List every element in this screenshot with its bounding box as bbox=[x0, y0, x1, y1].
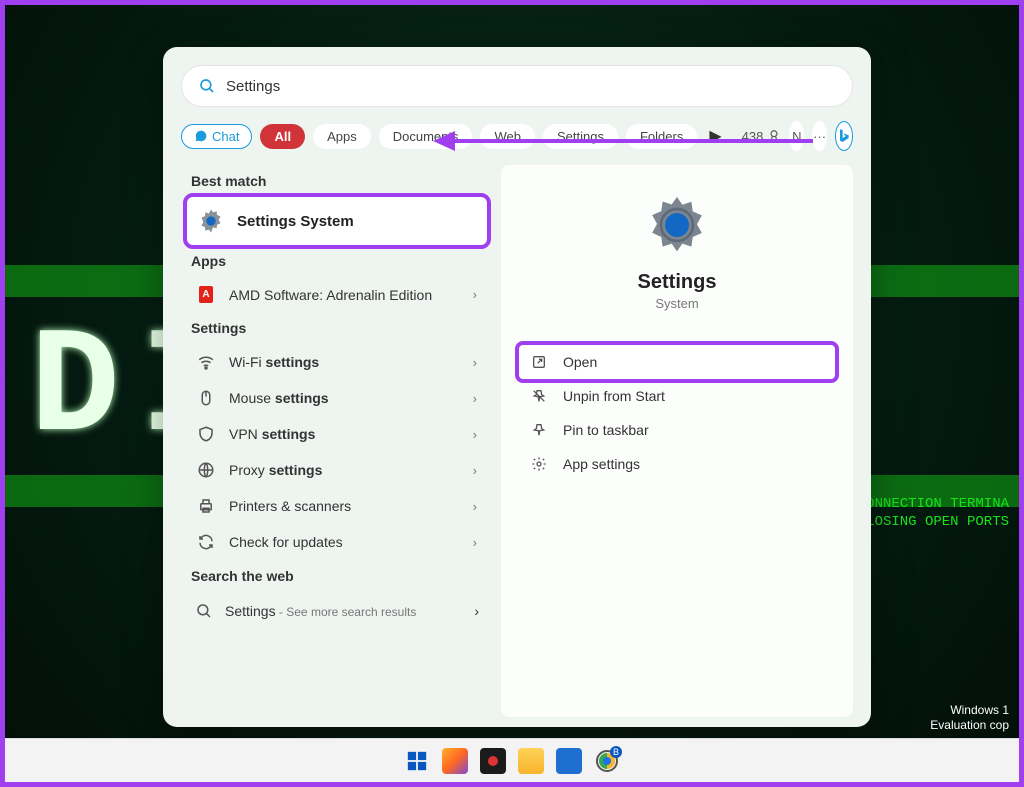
chevron-right-icon: › bbox=[474, 603, 479, 619]
filter-all[interactable]: All bbox=[260, 124, 305, 149]
results-column: Best match Settings System Apps A AMD So… bbox=[181, 165, 487, 717]
search-icon bbox=[198, 77, 216, 95]
gear-icon bbox=[645, 193, 709, 257]
filter-chat[interactable]: Chat bbox=[181, 124, 252, 149]
gear-icon bbox=[197, 207, 225, 235]
preview-title: Settings bbox=[638, 271, 717, 294]
search-bar[interactable] bbox=[181, 65, 853, 107]
watermark: Windows 1Evaluation cop bbox=[930, 703, 1009, 734]
setting-updates[interactable]: Check for updates › bbox=[187, 524, 487, 560]
action-open[interactable]: Open bbox=[519, 345, 835, 379]
file-explorer-icon[interactable] bbox=[518, 748, 544, 774]
chevron-right-icon: › bbox=[473, 499, 477, 514]
app-amd[interactable]: A AMD Software: Adrenalin Edition › bbox=[187, 277, 487, 312]
search-input[interactable] bbox=[226, 78, 836, 95]
setting-wifi[interactable]: Wi-Fi settings › bbox=[187, 344, 487, 380]
setting-mouse[interactable]: Mouse settings › bbox=[187, 380, 487, 416]
chevron-right-icon: › bbox=[473, 355, 477, 370]
preview-subtitle: System bbox=[655, 296, 698, 311]
setting-vpn[interactable]: VPN settings › bbox=[187, 416, 487, 452]
action-unpin-start[interactable]: Unpin from Start bbox=[519, 379, 835, 413]
chevron-right-icon: › bbox=[473, 427, 477, 442]
amd-icon: A bbox=[195, 286, 217, 303]
chevron-right-icon: › bbox=[473, 391, 477, 406]
open-icon bbox=[529, 354, 549, 370]
globe-icon bbox=[195, 461, 217, 479]
best-match-label: Best match bbox=[191, 173, 487, 189]
action-pin-taskbar[interactable]: Pin to taskbar bbox=[519, 413, 835, 447]
setting-printers[interactable]: Printers & scanners › bbox=[187, 488, 487, 524]
microsoft-store-icon[interactable] bbox=[556, 748, 582, 774]
bg-small-2: CLOSING OPEN PORTS bbox=[858, 513, 1009, 531]
bing-icon[interactable] bbox=[835, 121, 853, 151]
filter-apps[interactable]: Apps bbox=[313, 124, 371, 149]
more-icon[interactable]: ··· bbox=[812, 121, 827, 151]
chevron-right-icon: › bbox=[473, 463, 477, 478]
filter-row: Chat All Apps Documents Web Settings Fol… bbox=[181, 121, 853, 151]
best-match-subtitle: System bbox=[300, 213, 353, 230]
annotation-arrow bbox=[433, 137, 813, 145]
taskbar-app-1[interactable] bbox=[442, 748, 468, 774]
search-icon bbox=[195, 602, 213, 620]
chevron-right-icon: › bbox=[473, 287, 477, 302]
best-match-title: Settings bbox=[237, 213, 296, 230]
user-avatar[interactable]: N bbox=[789, 121, 804, 151]
setting-proxy[interactable]: Proxy settings › bbox=[187, 452, 487, 488]
chevron-right-icon: › bbox=[473, 535, 477, 550]
mouse-icon bbox=[195, 389, 217, 407]
bg-small-1: CONNECTION TERMINA bbox=[858, 495, 1009, 513]
shield-icon bbox=[195, 425, 217, 443]
apps-label: Apps bbox=[191, 253, 487, 269]
taskbar[interactable]: B bbox=[5, 738, 1019, 782]
preview-pane: Settings System Open Unpin from Start Pi… bbox=[501, 165, 853, 717]
action-app-settings[interactable]: App settings bbox=[519, 447, 835, 481]
taskbar-app-2[interactable] bbox=[480, 748, 506, 774]
web-search-settings[interactable]: Settings - See more search results › bbox=[187, 592, 487, 630]
web-label: Search the web bbox=[191, 568, 487, 584]
refresh-icon bbox=[195, 533, 217, 551]
wifi-icon bbox=[195, 353, 217, 371]
taskbar-app-3[interactable]: B bbox=[594, 748, 620, 774]
settings-label: Settings bbox=[191, 320, 487, 336]
printer-icon bbox=[195, 497, 217, 515]
pin-icon bbox=[529, 422, 549, 438]
gear-icon bbox=[529, 456, 549, 472]
best-match-settings[interactable]: Settings System bbox=[187, 197, 487, 245]
start-button[interactable] bbox=[404, 748, 430, 774]
unpin-icon bbox=[529, 388, 549, 404]
start-menu: Chat All Apps Documents Web Settings Fol… bbox=[163, 47, 871, 727]
